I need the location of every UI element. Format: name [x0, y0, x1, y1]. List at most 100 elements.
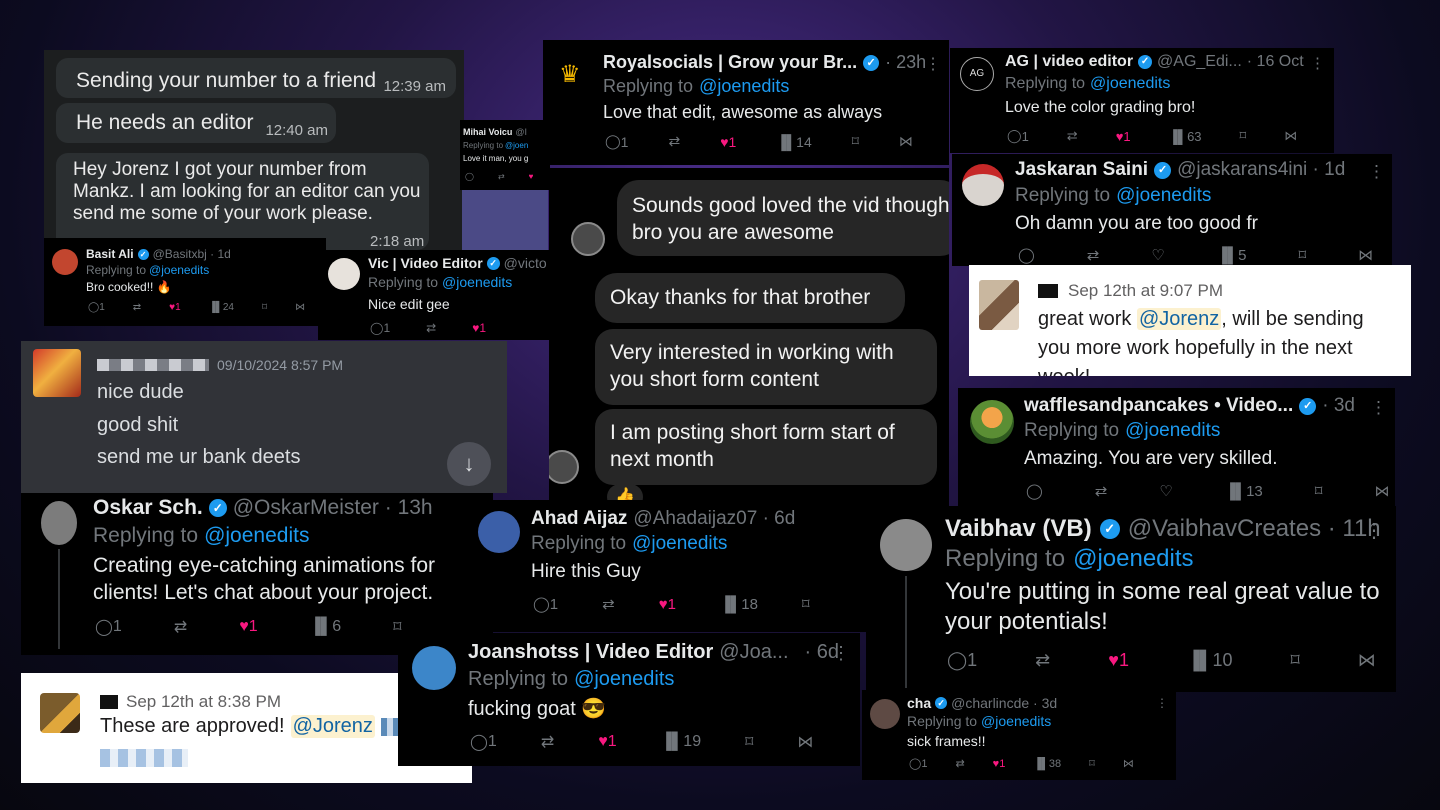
retweet-icon[interactable]: ⇄: [1067, 128, 1078, 144]
author-name[interactable]: Royalsocials | Grow your Br...: [603, 52, 857, 73]
views-count[interactable]: ▐▌ 19: [661, 733, 701, 751]
like-button[interactable]: ♥ 1: [1116, 129, 1131, 144]
reply-to-link[interactable]: @joenedits: [442, 274, 512, 290]
reply-button[interactable]: ◯ 1: [605, 133, 628, 150]
bookmark-icon[interactable]: ⌑: [1298, 246, 1306, 264]
reply-button[interactable]: ◯ 1: [1007, 128, 1029, 144]
bookmark-icon[interactable]: ⌑: [262, 302, 267, 313]
scroll-down-button[interactable]: ↓: [447, 442, 491, 486]
reply-icon[interactable]: ◯: [465, 172, 474, 181]
more-options-icon[interactable]: ⋮: [1156, 696, 1168, 710]
share-icon[interactable]: ⋈: [1358, 246, 1373, 264]
reply-icon[interactable]: ◯: [1026, 482, 1043, 500]
views-count[interactable]: ▐▌ 63: [1169, 129, 1202, 144]
share-icon[interactable]: ⋈: [295, 302, 305, 313]
retweet-icon[interactable]: ⇄: [133, 302, 141, 313]
author-name[interactable]: Vic | Video Editor: [368, 255, 483, 271]
retweet-icon[interactable]: ⇄: [174, 617, 187, 637]
retweet-icon[interactable]: ⇄: [1035, 650, 1050, 671]
retweet-icon[interactable]: ⇄: [498, 172, 505, 181]
share-icon[interactable]: ⋈: [1284, 128, 1297, 144]
like-button[interactable]: ♥ 1: [720, 134, 736, 150]
retweet-icon[interactable]: ⇄: [541, 732, 554, 752]
views-count[interactable]: ▐▌ 18: [720, 596, 758, 613]
like-button[interactable]: ♥ 1: [993, 758, 1006, 770]
author-name[interactable]: Jaskaran Saini: [1015, 159, 1148, 181]
reply-button[interactable]: ◯ 1: [947, 650, 977, 671]
reply-to-link[interactable]: @joenedits: [574, 668, 674, 691]
reply-to-link[interactable]: @joenedits: [1073, 545, 1193, 573]
reply-to-link[interactable]: @joen: [505, 141, 528, 150]
views-count[interactable]: ▐▌ 13: [1225, 483, 1263, 500]
reply-button[interactable]: ◯ 1: [88, 302, 105, 313]
share-icon[interactable]: ⋈: [899, 133, 913, 150]
like-button[interactable]: ♥ 1: [1108, 650, 1129, 671]
share-icon[interactable]: ⋈: [1123, 757, 1134, 770]
like-button[interactable]: ♥ 1: [169, 302, 181, 313]
bookmark-icon[interactable]: ⌑: [1240, 128, 1247, 144]
bookmark-icon[interactable]: ⌑: [1315, 482, 1323, 500]
like-button[interactable]: ♥ 1: [659, 596, 676, 613]
bookmark-icon[interactable]: ⌑: [852, 133, 859, 150]
share-icon[interactable]: ⋈: [1374, 482, 1389, 500]
reply-to-link[interactable]: @joenedits: [699, 76, 789, 97]
retweet-icon[interactable]: ⇄: [955, 757, 964, 770]
more-options-icon[interactable]: ⋮: [832, 643, 850, 664]
reply-to-link[interactable]: @joenedits: [204, 524, 309, 548]
author-name[interactable]: wafflesandpancakes • Video...: [1024, 395, 1293, 417]
more-options-icon[interactable]: ⋮: [1370, 398, 1387, 418]
reply-button[interactable]: ◯ 1: [370, 321, 390, 335]
author-name[interactable]: Mihai Voicu: [463, 127, 512, 137]
more-options-icon[interactable]: ⋮: [1368, 162, 1385, 182]
more-options-icon[interactable]: ⋮: [925, 54, 941, 74]
reply-to-link[interactable]: @joenedits: [1116, 185, 1211, 207]
reply-to-link[interactable]: @joenedits: [1090, 75, 1170, 93]
post-age: · 16 Oct: [1246, 53, 1304, 70]
author-name[interactable]: cha: [907, 695, 931, 711]
user-mention[interactable]: @Jorenz: [1136, 308, 1222, 330]
bookmark-icon[interactable]: ⌑: [802, 595, 810, 613]
reply-to-link[interactable]: @joenedits: [981, 713, 1051, 729]
tweet-mihai: Mihai Voicu @I Replying to @joen Love it…: [460, 120, 550, 190]
author-name[interactable]: AG | video editor: [1005, 53, 1133, 71]
share-icon[interactable]: ⋈: [1358, 650, 1376, 671]
author-name[interactable]: Joanshotss | Video Editor: [468, 641, 713, 664]
author-name[interactable]: Basit Ali: [86, 247, 134, 261]
views-count[interactable]: ▐▌ 38: [1033, 758, 1061, 770]
retweet-icon[interactable]: ⇄: [1095, 482, 1108, 500]
author-name[interactable]: Ahad Aijaz: [531, 508, 627, 530]
reply-to-link[interactable]: @joenedits: [149, 263, 209, 277]
like-button[interactable]: ♥ 1: [239, 618, 257, 636]
retweet-icon[interactable]: ⇄: [426, 321, 436, 335]
more-options-icon[interactable]: ⋮: [1364, 518, 1384, 543]
like-button[interactable]: ♥ 1: [472, 321, 486, 335]
more-options-icon[interactable]: ⋮: [1310, 54, 1325, 72]
reply-button[interactable]: ◯ 1: [95, 617, 122, 637]
retweet-icon[interactable]: ⇄: [1087, 246, 1100, 264]
like-icon[interactable]: ♥: [529, 172, 534, 181]
bookmark-icon[interactable]: ⌑: [1291, 650, 1300, 671]
verified-badge-icon: ✓: [863, 54, 880, 71]
reply-to-link[interactable]: @joenedits: [632, 533, 727, 555]
bookmark-icon[interactable]: ⌑: [1089, 757, 1095, 770]
like-button[interactable]: ♥ 1: [598, 733, 616, 751]
share-icon[interactable]: ⋈: [797, 732, 813, 752]
reply-icon[interactable]: ◯: [1018, 246, 1035, 264]
reply-to-link[interactable]: @joenedits: [1125, 420, 1220, 442]
like-icon[interactable]: ♡: [1151, 246, 1164, 264]
views-count[interactable]: ▐▌ 6: [310, 618, 342, 636]
reply-button[interactable]: ◯ 1: [909, 757, 927, 771]
author-name[interactable]: Oskar Sch.: [93, 496, 203, 520]
bookmark-icon[interactable]: ⌑: [745, 732, 753, 752]
retweet-icon[interactable]: ⇄: [668, 133, 680, 150]
views-count[interactable]: ▐▌ 10: [1187, 650, 1233, 671]
reply-button[interactable]: ◯ 1: [533, 595, 558, 614]
like-icon[interactable]: ♡: [1159, 482, 1172, 500]
views-count[interactable]: ▐▌ 14: [776, 134, 811, 150]
author-name[interactable]: Vaibhav (VB): [945, 515, 1092, 543]
user-mention[interactable]: @Jorenz: [290, 715, 375, 738]
views-count[interactable]: ▐▌ 24: [209, 302, 234, 313]
retweet-icon[interactable]: ⇄: [602, 595, 615, 613]
reply-button[interactable]: ◯ 1: [470, 732, 497, 752]
views-count[interactable]: ▐▌ 5: [1217, 247, 1247, 264]
